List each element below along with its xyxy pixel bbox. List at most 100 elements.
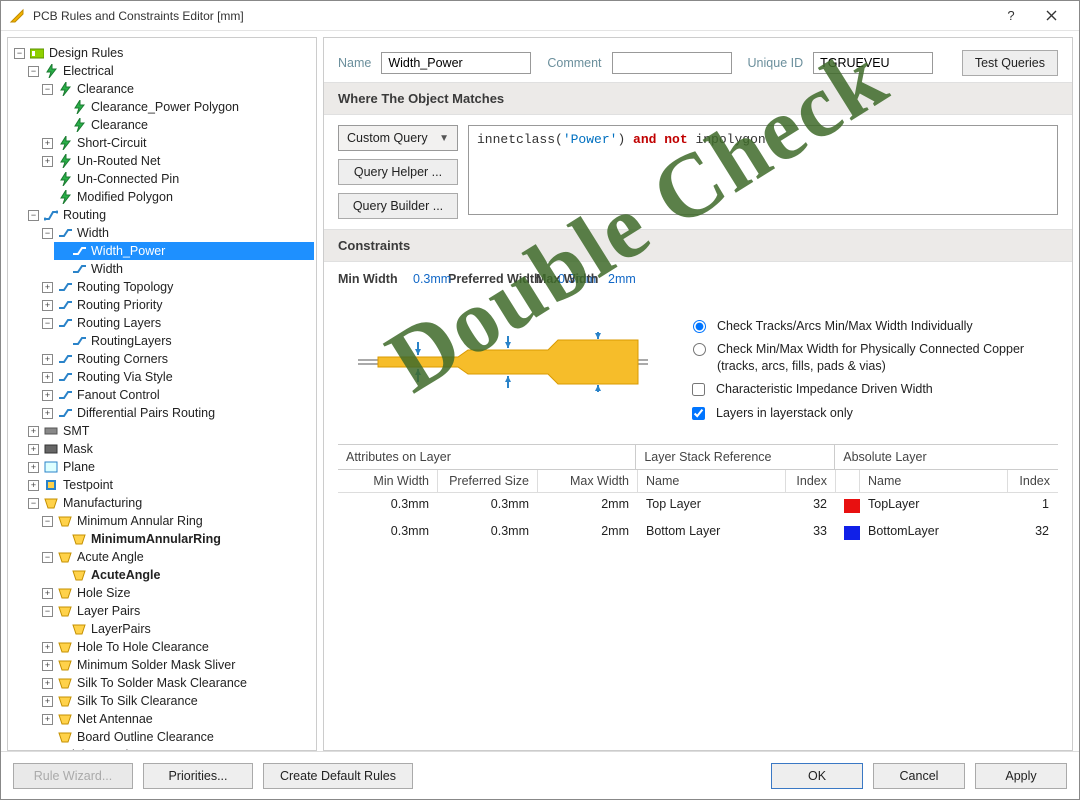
tree-item[interactable]: Board Outline Clearance	[77, 728, 214, 746]
comment-input[interactable]	[612, 52, 732, 74]
test-queries-button[interactable]: Test Queries	[962, 50, 1058, 76]
tree-toggle[interactable]: +	[42, 678, 53, 689]
tree-item[interactable]: Net Antennae	[77, 710, 153, 728]
ok-button[interactable]: OK	[771, 763, 863, 789]
tree-item[interactable]: SMT	[63, 422, 89, 440]
layer-width-table[interactable]: Attributes on Layer Layer Stack Referenc…	[338, 444, 1058, 547]
tree-item[interactable]: Mask	[63, 440, 93, 458]
tree-item[interactable]: Width	[77, 224, 109, 242]
tree-item[interactable]: Electrical	[63, 62, 114, 80]
col-pref[interactable]: Preferred Size	[438, 470, 538, 493]
tree-item[interactable]: MinimumAnnularRing	[91, 530, 221, 548]
tree-item[interactable]: Minimum Annular Ring	[77, 512, 203, 530]
create-default-rules-button[interactable]: Create Default Rules	[263, 763, 413, 789]
cancel-button[interactable]: Cancel	[873, 763, 965, 789]
tree-item[interactable]: Manufacturing	[63, 494, 142, 512]
tree-item[interactable]: Routing Topology	[77, 278, 173, 296]
tree-item[interactable]: Clearance	[77, 80, 134, 98]
tree-toggle[interactable]: −	[42, 318, 53, 329]
tree-item[interactable]: Clearance	[91, 116, 148, 134]
tree-toggle[interactable]: +	[28, 444, 39, 455]
tree-toggle[interactable]: +	[42, 714, 53, 725]
tree-toggle[interactable]: +	[42, 390, 53, 401]
col-abs-idx[interactable]: Index	[1008, 470, 1058, 493]
tree-item[interactable]: Modified Polygon	[77, 188, 173, 206]
tree-toggle[interactable]: +	[42, 300, 53, 311]
tree-toggle[interactable]: −	[28, 498, 39, 509]
tree-toggle[interactable]: +	[42, 138, 53, 149]
tree-toggle[interactable]: −	[42, 606, 53, 617]
opt-impedance[interactable]	[692, 383, 705, 396]
help-button[interactable]: ?	[991, 2, 1031, 30]
rules-tree[interactable]: −Design Rules −Electrical −Clearance Cle…	[7, 37, 317, 751]
col-max[interactable]: Max Width	[538, 470, 638, 493]
tree-item[interactable]: Clearance_Power Polygon	[91, 98, 239, 116]
tree-item[interactable]: Design Rules	[49, 44, 123, 62]
min-width-value[interactable]: 0.3mm	[413, 272, 451, 286]
tree-toggle[interactable]: +	[42, 354, 53, 365]
tree-item[interactable]: Hole Size	[77, 584, 131, 602]
tree-item[interactable]: Routing	[63, 206, 106, 224]
tree-toggle[interactable]: +	[42, 588, 53, 599]
combo-value: Custom Query	[347, 131, 428, 145]
col-abs-name[interactable]: Name	[860, 470, 1008, 493]
col-stack-idx[interactable]: Index	[786, 470, 836, 493]
apply-button[interactable]: Apply	[975, 763, 1067, 789]
tree-item[interactable]: Short-Circuit	[77, 134, 146, 152]
max-width-value[interactable]: 2mm	[608, 272, 636, 286]
tree-toggle[interactable]: −	[28, 66, 39, 77]
tree-toggle[interactable]: +	[42, 642, 53, 653]
tree-toggle[interactable]: −	[28, 210, 39, 221]
tree-toggle[interactable]: −	[14, 48, 25, 59]
tree-toggle[interactable]: +	[28, 462, 39, 473]
tree-toggle[interactable]: +	[28, 426, 39, 437]
query-mode-combo[interactable]: Custom Query ▼	[338, 125, 458, 151]
uid-input[interactable]	[813, 52, 933, 74]
tree-toggle[interactable]: +	[42, 372, 53, 383]
tree-toggle[interactable]: +	[42, 156, 53, 167]
table-row[interactable]: 0.3mm0.3mm2mmTop Layer32TopLayer1	[338, 493, 1058, 520]
tree-item[interactable]: Differential Pairs Routing	[77, 404, 215, 422]
tree-item[interactable]: Routing Via Style	[77, 368, 173, 386]
opt-check-connected[interactable]	[693, 343, 706, 356]
col-min[interactable]: Min Width	[338, 470, 438, 493]
tree-item[interactable]: Un-Connected Pin	[77, 170, 179, 188]
tree-item[interactable]: Testpoint	[63, 476, 113, 494]
tree-item[interactable]: Un-Routed Net	[77, 152, 160, 170]
plane-icon	[43, 459, 59, 475]
tree-item[interactable]: Silk To Silk Clearance	[77, 692, 198, 710]
tree-item[interactable]: Layer Pairs	[77, 602, 140, 620]
tree-item[interactable]: Acute Angle	[77, 548, 144, 566]
tree-toggle[interactable]: −	[42, 516, 53, 527]
tree-toggle[interactable]: +	[28, 480, 39, 491]
table-row[interactable]: 0.3mm0.3mm2mmBottom Layer33BottomLayer32	[338, 520, 1058, 547]
tree-item[interactable]: Plane	[63, 458, 95, 476]
tree-toggle[interactable]: −	[42, 228, 53, 239]
tree-toggle[interactable]: +	[42, 696, 53, 707]
tree-item[interactable]: Fanout Control	[77, 386, 160, 404]
tree-item[interactable]: Width	[91, 260, 123, 278]
tree-item[interactable]: RoutingLayers	[91, 332, 172, 350]
query-builder-button[interactable]: Query Builder ...	[338, 193, 458, 219]
query-textarea[interactable]: innetclass('Power') and not inpolygon	[468, 125, 1058, 215]
priorities-button[interactable]: Priorities...	[143, 763, 253, 789]
opt-layerstack-only[interactable]	[692, 407, 705, 420]
tree-item[interactable]: Routing Corners	[77, 350, 168, 368]
name-input[interactable]	[381, 52, 531, 74]
close-button[interactable]	[1031, 2, 1071, 30]
tree-item[interactable]: Minimum Solder Mask Sliver	[77, 656, 235, 674]
tree-item[interactable]: Routing Layers	[77, 314, 161, 332]
tree-toggle[interactable]: −	[42, 552, 53, 563]
tree-item[interactable]: Routing Priority	[77, 296, 162, 314]
tree-item[interactable]: LayerPairs	[91, 620, 151, 638]
tree-item[interactable]: Hole To Hole Clearance	[77, 638, 209, 656]
col-stack-name[interactable]: Name	[638, 470, 786, 493]
query-helper-button[interactable]: Query Helper ...	[338, 159, 458, 185]
opt-check-individual[interactable]	[693, 320, 706, 333]
tree-item[interactable]: AcuteAngle	[91, 566, 160, 584]
tree-toggle[interactable]: −	[42, 84, 53, 95]
tree-item[interactable]: Silk To Solder Mask Clearance	[77, 674, 247, 692]
tree-toggle[interactable]: +	[42, 660, 53, 671]
tree-toggle[interactable]: +	[42, 408, 53, 419]
tree-toggle[interactable]: +	[42, 282, 53, 293]
